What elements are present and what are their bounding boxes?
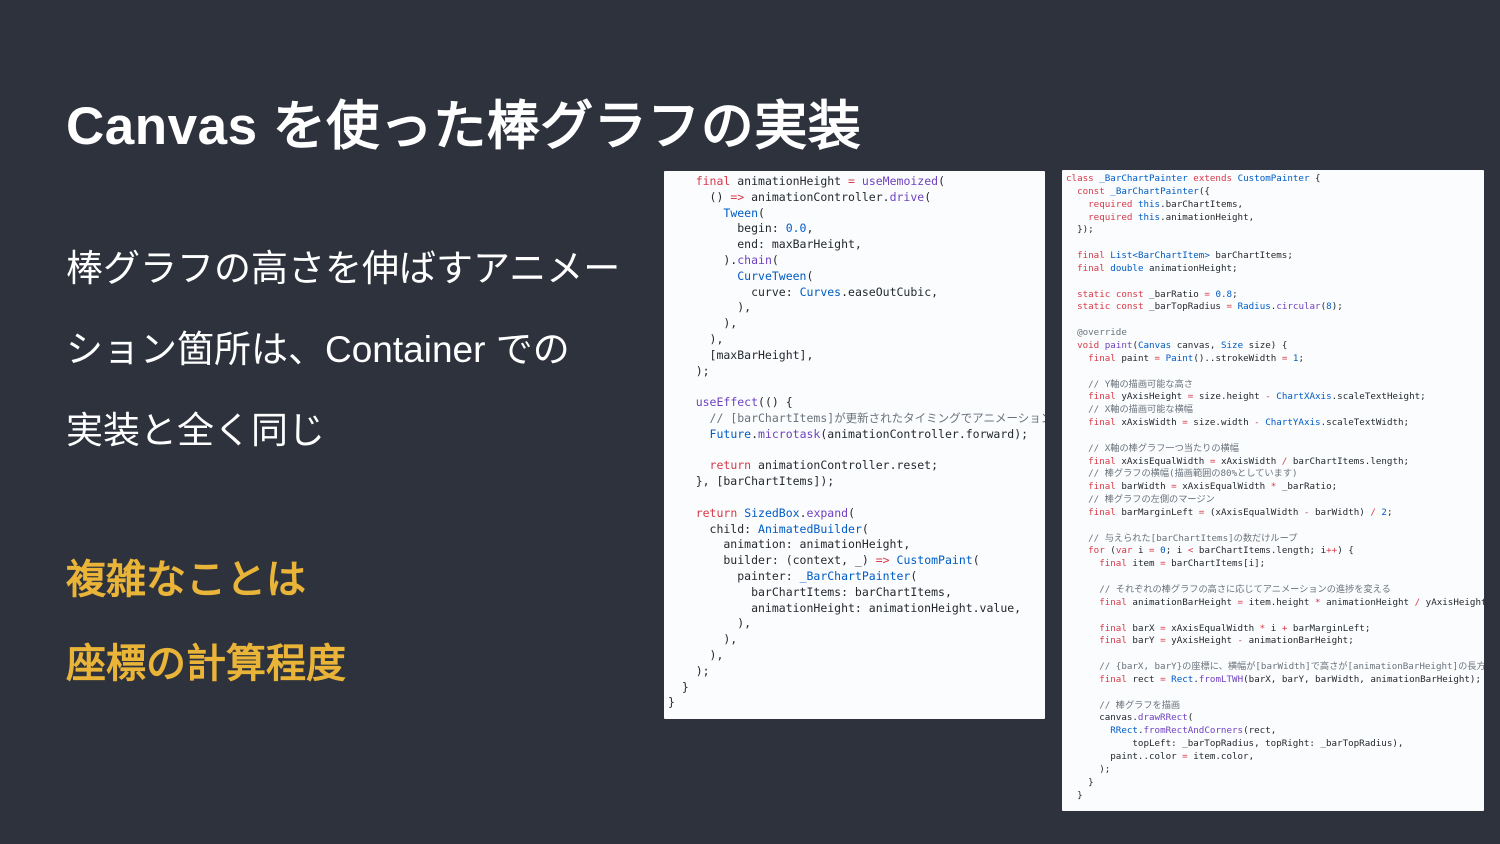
code-line: final barMarginLeft = (xAxisEqualWidth -… (1088, 506, 1393, 518)
code-line: ), (668, 647, 724, 662)
code-line: ); (1066, 763, 1111, 775)
code-line: // X軸の棒グラフ一つ当たりの横幅 (1088, 442, 1239, 454)
code-line: animationHeight: animationHeight.value, (668, 600, 1022, 615)
code-line: // 棒グラフの左側のマージン (1088, 494, 1215, 506)
body-text-line-3: 実装と全く同じ (66, 410, 325, 451)
code-line: static const _barRatio = 0.8; (1077, 288, 1238, 300)
code-snippet-painter-class: class _BarChartPainter extends CustomPai… (1062, 170, 1484, 811)
code-line: final yAxisHeight = size.height - ChartX… (1088, 391, 1426, 403)
code-line: CurveTween( (737, 268, 814, 283)
code-line: builder: (context, _) => CustomPaint( (668, 553, 980, 568)
code-line: ), (668, 331, 724, 346)
code-line: final barWidth = xAxisEqualWidth * _barR… (1088, 481, 1338, 493)
code-line: [maxBarHeight], (668, 347, 814, 362)
code-line: required this.barChartItems, (1088, 198, 1244, 210)
code-line: paint..color = item.color, (1066, 750, 1255, 762)
code-line: end: maxBarHeight, (668, 237, 862, 252)
code-line: final barX = xAxisEqualWidth * i + barMa… (1099, 622, 1371, 634)
code-line: // Y軸の描画可能な高さ (1088, 378, 1193, 390)
code-line: begin: 0.0, (668, 221, 814, 236)
code-line: for (var i = 0; i < barChartItems.length… (1088, 545, 1354, 557)
highlight-text: 複雑なことは 座標の計算程度 (66, 538, 346, 706)
body-text-line-2: ション箇所は、Container での (66, 329, 570, 370)
code-line: }, [barChartItems]); (668, 474, 835, 489)
code-line: // {barX, barY}の座標に、横幅が[barWidth]で高さが[an… (1099, 661, 1484, 673)
code-line: } (1066, 789, 1083, 801)
code-line: curve: Curves.easeOutCubic, (668, 284, 939, 299)
presentation-slide: Canvas を使った棒グラフの実装 棒グラフの高さを伸ばすアニメー ション箇所… (0, 0, 1500, 844)
code-line: ); (668, 663, 710, 678)
code-line: // 棒グラフを描画 (1099, 699, 1181, 711)
code-line: return SizedBox.expand( (695, 505, 855, 520)
code-line: child: AnimatedBuilder( (668, 521, 869, 536)
code-line: // [barChartItems]が更新されたタイミングでアニメーション発火 (709, 410, 1045, 425)
code-line: final barY = yAxisHeight - animationBarH… (1099, 635, 1354, 647)
code-line: barChartItems: barChartItems, (668, 584, 952, 599)
code-line: final rect = Rect.fromLTWH(barX, barY, b… (1099, 673, 1481, 685)
code-line: Tween( (723, 205, 765, 220)
code-line: } (668, 679, 689, 694)
code-line: @override (1077, 327, 1127, 339)
code-line: void paint(Canvas canvas, Size size) { (1077, 339, 1288, 351)
code-line: } (668, 695, 675, 710)
code-line: return animationController.reset; (709, 458, 939, 473)
code-line: ); (668, 363, 710, 378)
code-line: required this.animationHeight, (1088, 211, 1255, 223)
code-line: static const _barTopRadius = Radius.circ… (1077, 301, 1343, 313)
code-line: painter: _BarChartPainter( (668, 568, 918, 583)
code-line: // それぞれの棒グラフの高さに応じてアニメーションの進捗を変える (1099, 584, 1391, 595)
code-line: final xAxisEqualWidth = xAxisWidth / bar… (1088, 455, 1410, 467)
code-line: class _BarChartPainter extends CustomPai… (1066, 173, 1321, 184)
code-line: // 棒グラフの横幅(描画範囲の80%としています) (1088, 468, 1298, 480)
code-line: final List<BarChartItem> barChartItems; (1077, 250, 1293, 262)
highlight-text-line-2: 座標の計算程度 (66, 642, 346, 686)
code-line: }); (1066, 224, 1094, 236)
code-line: final paint = Paint()..strokeWidth = 1; (1088, 352, 1305, 364)
code-line: () => animationController.drive( (668, 189, 932, 204)
code-line: Future.microtask(animationController.for… (709, 426, 1029, 441)
body-text-line-1: 棒グラフの高さを伸ばすアニメー (66, 248, 621, 289)
code-line: final xAxisWidth = size.width - ChartYAx… (1088, 417, 1410, 429)
code-line: final animationBarHeight = item.height *… (1099, 596, 1484, 608)
code-line: ), (668, 632, 738, 647)
code-snippet-hook-build: final animationHeight = useMemoized( () … (664, 171, 1045, 719)
code-line: canvas.drawRRect( (1066, 712, 1194, 724)
slide-title: Canvas を使った棒グラフの実装 (66, 97, 862, 156)
code-line: ).chain( (668, 252, 779, 267)
highlight-text-line-1: 複雑なことは (66, 558, 306, 602)
code-line: const _BarChartPainter({ (1077, 185, 1210, 197)
code-line: useEffect(() { (695, 395, 793, 410)
code-line: final double animationHeight; (1077, 262, 1238, 274)
code-line: ), (668, 616, 752, 631)
code-line: // 与えられた[barChartItems]の数だけループ (1088, 532, 1298, 544)
code-line: topLeft: _barTopRadius, topRight: _barTo… (1066, 738, 1404, 750)
code-line: RRect.fromRectAndCorners(rect, (1110, 725, 1277, 737)
code-line: animation: animationHeight, (668, 537, 911, 552)
code-line: ), (668, 300, 752, 315)
code-line: ), (668, 316, 738, 331)
code-line: final animationHeight = useMemoized( (695, 174, 946, 188)
code-line: // X軸の描画可能な横幅 (1088, 404, 1193, 416)
code-line: final item = barChartItems[i]; (1099, 558, 1266, 570)
body-text: 棒グラフの高さを伸ばすアニメー ション箇所は、Container での 実装と全… (66, 228, 620, 471)
code-line: } (1066, 776, 1094, 788)
